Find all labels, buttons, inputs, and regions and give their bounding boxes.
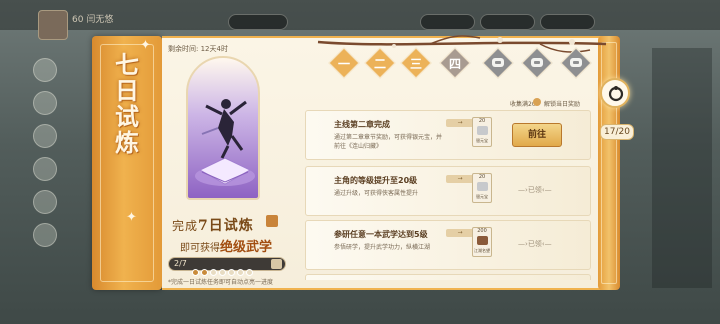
reward-count: 20 (478, 118, 486, 124)
reward-item[interactable]: 200 江湖名望 (472, 227, 492, 257)
day-tab-7[interactable] (560, 47, 592, 82)
go-button[interactable]: 前往 (512, 123, 562, 147)
day-tab-4[interactable]: 四 (439, 47, 471, 82)
reward-name: 银元宝 (476, 138, 488, 143)
sparkle-icon: ✦ (140, 38, 151, 53)
reward-arrow-icon: → (446, 119, 474, 127)
locked-reward-icon (531, 58, 543, 67)
bracelet-icon (608, 86, 624, 102)
avatar[interactable] (38, 10, 68, 40)
reward-icon (477, 236, 488, 245)
task-title: 主线第二章完成 (334, 120, 390, 129)
day-tab-5[interactable] (482, 47, 514, 82)
menu-icon[interactable] (33, 190, 57, 214)
reward-arrow-icon: → (446, 175, 474, 183)
coin-icon (533, 98, 541, 106)
reward-count: 20 (478, 174, 486, 180)
progress-dot (246, 269, 253, 276)
reward-item[interactable]: 20 银元宝 (472, 117, 492, 147)
day-tab-3[interactable]: 三 (400, 47, 432, 82)
reward-icon (477, 126, 488, 135)
claimed-label: —›已领‹— (518, 186, 552, 194)
resource-pill (480, 14, 535, 30)
menu-icon[interactable] (33, 124, 57, 148)
day-label: 四 (448, 57, 461, 71)
player-level: 60 闫无悠 (72, 15, 114, 25)
task-title: 主角的等级提升至20级 (334, 176, 418, 185)
complete-subtitle: 即可获得绝级武学 (180, 240, 273, 255)
menu-icon[interactable] (33, 91, 57, 115)
reward-token-button[interactable] (600, 78, 630, 108)
menu-icon[interactable] (33, 58, 57, 82)
search-icon[interactable] (266, 215, 278, 227)
reward-name: 银元宝 (476, 194, 488, 199)
reward-arrow-icon: → (446, 229, 474, 237)
menu-icon[interactable] (33, 223, 57, 247)
day-label: 二 (373, 57, 386, 71)
day-label: 一 (337, 57, 350, 71)
progress-dot (228, 269, 235, 276)
scroll-right-roller (598, 36, 620, 290)
reward-icon (477, 182, 488, 191)
unlock-label: 解锁当日奖励 (544, 101, 581, 108)
hero-illustration (186, 56, 260, 200)
reward-count: 200 (477, 228, 487, 234)
progress-note: *完成一日试炼任务即可自动点亮一进度 (168, 279, 274, 286)
day-tab-1[interactable]: 一 (328, 47, 360, 82)
remaining-time: 剩余时间: 12天4时 (168, 45, 228, 53)
task-title: 参研任意一本武学达到5级 (334, 230, 428, 239)
reward-item[interactable]: 20 银元宝 (472, 173, 492, 203)
progress-dot (192, 269, 199, 276)
progress-dot (210, 269, 217, 276)
task-list[interactable]: 主线第二章完成 通过第二章章节奖励，可获得银元宝，并前往《连山归藏》 → 20 银元宝前… (305, 110, 591, 280)
task-description: 参悟研学，提升武学功力，纵横江湖 (334, 244, 431, 251)
progress-dot (237, 269, 244, 276)
gift-icon[interactable] (271, 259, 282, 269)
progress-text: 2/7 (174, 259, 187, 268)
locked-reward-icon (570, 58, 582, 67)
task-row: 试炼第四章挑战完成3次→ (305, 274, 591, 280)
day-tab-6[interactable] (521, 47, 553, 82)
progress-dot (201, 269, 208, 276)
task-row: 参研任意一本武学达到5级 参悟研学，提升武学功力，纵横江湖 → 200 江湖名望 —›已领… (305, 220, 591, 270)
complete-title: 完成7日试炼 (172, 218, 254, 234)
locked-reward-icon (492, 58, 504, 67)
resource-pill (228, 14, 288, 30)
day-progress-bar: 2/7 (168, 257, 286, 276)
menu-icon[interactable] (33, 157, 57, 181)
event-title: 七 日 试 炼 (115, 50, 139, 157)
task-row: 主角的等级提升至20级 通过升级，可获得侠客属性提升 → 20 银元宝 —›已领‹— (305, 166, 591, 216)
task-row: 主线第二章完成通过第二章章节奖励，可获得银元宝，并前往《连山归藏》 → 20 银元宝 前… (305, 110, 591, 160)
token-count: 17/20 (600, 124, 634, 140)
day-label: 三 (409, 57, 422, 71)
task-description: 通过升级，可获得侠客属性提升 (334, 190, 419, 197)
reward-name: 江湖名望 (474, 248, 490, 253)
day-tab-2[interactable]: 二 (364, 47, 396, 82)
resource-pill (540, 14, 595, 30)
collect-label: 收集满20 (510, 101, 536, 108)
progress-dot (219, 269, 226, 276)
resource-pill (420, 14, 475, 30)
sparkle-icon: ✦ (126, 210, 137, 225)
task-description: 通过第二章章节奖励，可获得银元宝，并前往《连山归藏》 (334, 134, 443, 150)
right-panel-bg (652, 48, 712, 288)
left-menu-icons (30, 58, 60, 256)
claimed-label: —›已领‹— (518, 240, 552, 248)
